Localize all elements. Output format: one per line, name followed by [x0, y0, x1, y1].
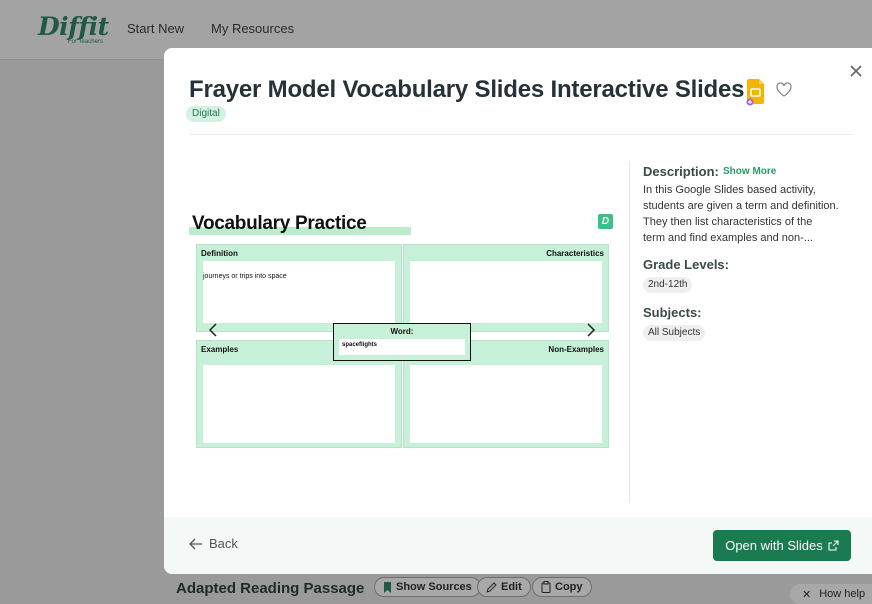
show-sources-button[interactable]: Show Sources	[374, 577, 481, 597]
nav-my-resources[interactable]: My Resources	[211, 21, 294, 36]
copy-button[interactable]: Copy	[532, 577, 592, 597]
subjects-label: Subjects:	[643, 305, 702, 320]
slide-preview: Vocabulary Practice D Definition journey…	[189, 208, 617, 453]
bookmark-icon	[384, 581, 391, 593]
help-label: How help	[819, 588, 866, 600]
definition-text: journeys or trips into space	[203, 273, 287, 280]
edit-label: Edit	[501, 581, 522, 593]
external-link-icon	[828, 540, 839, 551]
quadrant-box	[203, 261, 395, 323]
quadrant-characteristics: Characteristics	[403, 244, 609, 332]
back-button[interactable]: Back	[189, 536, 238, 551]
description-text: In this Google Slides based activity, st…	[643, 182, 857, 246]
quadrant-label: Examples	[201, 345, 239, 354]
copy-label: Copy	[555, 581, 583, 593]
digital-tag: Digital	[186, 106, 226, 122]
arrow-left-icon	[189, 538, 202, 549]
grade-level-chip: 2nd-12th	[643, 277, 693, 293]
description-line: They then list characteristics of the	[643, 216, 813, 228]
show-more-link[interactable]: Show More	[723, 166, 776, 177]
open-with-slides-label: Open with Slides	[725, 538, 823, 553]
quadrant-box	[410, 365, 602, 443]
help-chip[interactable]: ✕ How help	[790, 584, 872, 604]
description-line: In this Google Slides based activity,	[643, 184, 816, 196]
nav-start-new[interactable]: Start New	[127, 21, 184, 36]
back-label: Back	[209, 536, 238, 551]
modal-title: Frayer Model Vocabulary Slides Interacti…	[189, 76, 745, 103]
quadrant-label: Definition	[201, 249, 238, 258]
pencil-icon	[486, 581, 497, 593]
edit-button[interactable]: Edit	[477, 577, 531, 597]
show-sources-label: Show Sources	[396, 581, 472, 593]
diffit-logo[interactable]: Diffit For Teachers	[38, 12, 109, 46]
close-icon[interactable]	[847, 62, 865, 80]
slide-title: Vocabulary Practice	[192, 213, 367, 234]
chevron-right-icon[interactable]	[582, 322, 598, 338]
background-toolbar: Adapted Reading Passage Show Sources Edi…	[164, 574, 872, 599]
modal-footer: Back Open with Slides	[164, 517, 872, 574]
divider	[189, 134, 853, 135]
chevron-left-icon[interactable]	[206, 322, 222, 338]
grade-levels-label: Grade Levels:	[643, 257, 729, 272]
description-label: Description:	[643, 164, 719, 179]
description-line: students are given a term and definition…	[643, 200, 839, 212]
logo-word: Diffit	[38, 12, 109, 41]
quadrant-box	[410, 261, 602, 323]
vertical-divider	[629, 161, 630, 503]
subject-chip: All Subjects	[643, 325, 706, 341]
quadrant-label: Characteristics	[546, 249, 604, 258]
resource-modal: Frayer Model Vocabulary Slides Interacti…	[164, 48, 872, 574]
logo-subtitle: For Teachers	[68, 39, 103, 45]
description-line: term and find examples and non-...	[643, 232, 813, 244]
word-value: spaceflights	[339, 339, 465, 355]
heart-icon[interactable]	[776, 82, 792, 97]
passage-title: Adapted Reading Passage	[176, 580, 365, 597]
google-slides-icon	[746, 79, 764, 106]
quadrant-label: Non-Examples	[548, 345, 604, 354]
diffit-badge-icon: D	[598, 214, 613, 229]
word-box: Word: spaceflights	[333, 323, 471, 361]
open-with-slides-button[interactable]: Open with Slides	[713, 530, 851, 561]
word-label: Word:	[390, 327, 414, 336]
quadrant-definition: Definition journeys or trips into space	[196, 244, 402, 332]
clipboard-icon	[541, 581, 551, 593]
quadrant-box	[203, 365, 395, 443]
